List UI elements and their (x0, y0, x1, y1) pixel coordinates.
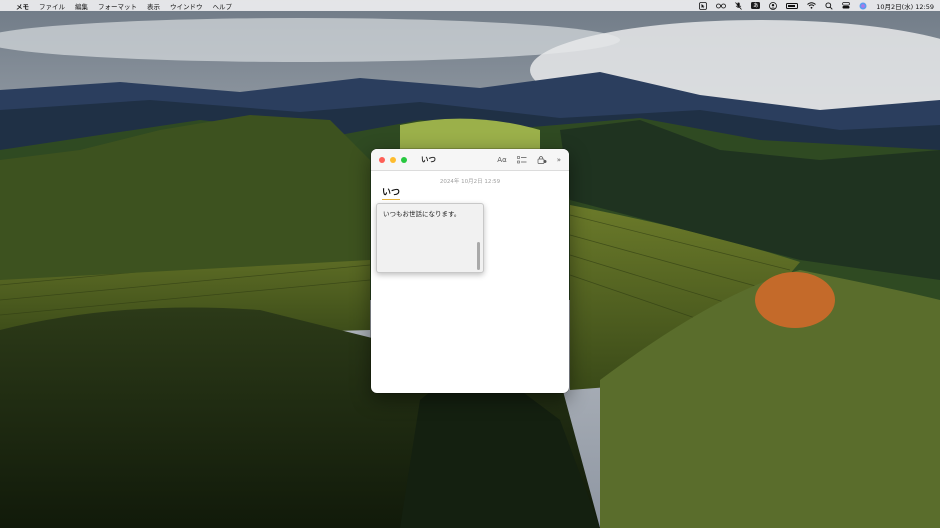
window-titlebar[interactable]: いつ Aα » (371, 149, 569, 171)
menu-window[interactable]: ウインドウ (170, 1, 203, 11)
window-toolbar: Aα » (497, 155, 561, 164)
more-toolbar-button[interactable]: » (557, 156, 561, 164)
input-method-icon[interactable]: あ (751, 0, 761, 11)
menu-clock[interactable]: 10月2日(水) 12:59 (876, 1, 934, 11)
spotlight-search-icon[interactable] (825, 0, 833, 11)
menu-format[interactable]: フォーマット (98, 1, 137, 11)
ime-candidate-popup: いつもお世話になります。 (376, 203, 484, 273)
checklist-button[interactable] (516, 155, 527, 164)
close-button[interactable] (379, 156, 385, 163)
note-scroll-track (564, 201, 566, 393)
menu-bar: メモ ファイル 編集 フォーマット 表示 ウインドウ ヘルプ あ 10月2日(水… (0, 0, 940, 11)
zoom-button[interactable] (401, 156, 407, 163)
menu-edit[interactable]: 編集 (75, 1, 88, 11)
ime-candidate-item[interactable]: いつもお世話になります。 (377, 204, 483, 222)
format-button[interactable]: Aα (497, 156, 506, 164)
lock-people-icon (537, 156, 547, 164)
glasses-icon[interactable] (716, 0, 727, 11)
share-button[interactable] (537, 155, 547, 164)
menu-app-name[interactable]: メモ (16, 1, 29, 11)
minimize-button[interactable] (390, 156, 396, 163)
checklist-icon (516, 155, 527, 163)
ime-scrollbar[interactable] (477, 242, 480, 270)
traffic-lights (379, 156, 407, 163)
note-date: 2024年 10月2日 12:59 (439, 179, 501, 185)
wifi-icon[interactable] (807, 0, 817, 11)
user-account-icon[interactable] (769, 0, 778, 11)
note-heading[interactable]: いつ (382, 188, 401, 200)
battery-icon[interactable] (786, 0, 799, 11)
cursor-icon[interactable] (699, 0, 708, 11)
menu-file[interactable]: ファイル (39, 1, 65, 11)
control-center-icon[interactable] (842, 0, 851, 11)
window-title: いつ (421, 155, 436, 164)
mic-muted-icon[interactable] (735, 0, 743, 11)
menu-view[interactable]: 表示 (147, 1, 160, 11)
siri-icon[interactable] (859, 0, 867, 11)
menu-help[interactable]: ヘルプ (213, 1, 233, 11)
